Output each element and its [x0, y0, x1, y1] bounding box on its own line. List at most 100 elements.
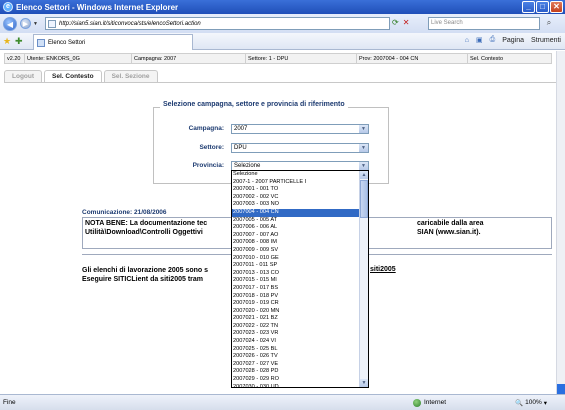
- elenchi-line2: Eseguire SITICLient da siti2005 tram: [82, 276, 203, 283]
- provincia-option[interactable]: 2007027 - 027 VE: [232, 361, 361, 369]
- version-cell: v2.20: [5, 54, 25, 63]
- provincia-option[interactable]: 2007029 - 029 RO: [232, 376, 361, 384]
- provincia-option[interactable]: 2007002 - 002 VC: [232, 194, 361, 202]
- print-icon[interactable]: ⎙: [490, 36, 496, 44]
- history-dropdown-icon[interactable]: ▼: [33, 21, 38, 27]
- comunicazione-line1: NOTA BENE: La documentazione tec: [85, 220, 208, 227]
- search-input[interactable]: Live Search: [428, 17, 540, 30]
- zoom-level: 100%: [525, 399, 542, 406]
- home-icon[interactable]: ⌂: [465, 37, 469, 44]
- comunicazione-right2: SIAN (www.sian.it).: [417, 229, 481, 236]
- provincia-option[interactable]: 2007030 - 030 UD: [232, 384, 361, 387]
- page-content: v2.20 Utente: ENKORS_0G Campagna: 2007 S…: [0, 51, 565, 394]
- page-scrollbar[interactable]: [556, 51, 565, 394]
- chevron-down-icon: ▼: [359, 162, 368, 170]
- chevron-down-icon: ▾: [543, 399, 547, 407]
- elenchi-line1: Gli elenchi di lavorazione 2005 sono s: [82, 267, 209, 274]
- window-title: Elenco Settori - Windows Internet Explor…: [16, 2, 179, 12]
- settore-label: Settore:: [199, 144, 224, 151]
- favorites-star-icon[interactable]: ★: [3, 36, 11, 47]
- provincia-option[interactable]: 2007021 - 021 BZ: [232, 315, 361, 323]
- provincia-option[interactable]: 2007024 - 024 VI: [232, 338, 361, 346]
- comunicazione-header: Comunicazione: 21/08/2006: [82, 209, 167, 216]
- provincia-option[interactable]: 2007026 - 026 TV: [232, 353, 361, 361]
- provincia-option[interactable]: 2007007 - 007 AO: [232, 232, 361, 240]
- provincia-option[interactable]: 2007018 - 018 PV: [232, 293, 361, 301]
- zoom-control[interactable]: 🔍 100% ▾: [515, 399, 547, 407]
- scroll-down-icon[interactable]: ▼: [360, 379, 368, 387]
- tab-page-icon: [37, 38, 45, 47]
- address-url: http://sian5.sian.it/siticonvoca/sts/ele…: [59, 20, 201, 27]
- provincia-option[interactable]: 2007010 - 010 GE: [232, 255, 361, 263]
- stop-icon[interactable]: ✕: [403, 18, 410, 27]
- provincia-option[interactable]: 2007005 - 005 AT: [232, 217, 361, 225]
- close-button[interactable]: ✕: [550, 1, 563, 13]
- status-text: Fine: [3, 399, 16, 406]
- province-cell: Prov: 2007004 - 004 CN: [357, 54, 468, 63]
- browser-tab[interactable]: Elenco Settori: [33, 34, 193, 50]
- browser-tab-label: Elenco Settori: [48, 39, 86, 46]
- provincia-option[interactable]: 2007028 - 028 PD: [232, 368, 361, 376]
- provincia-option[interactable]: 2007017 - 017 BS: [232, 285, 361, 293]
- provincia-option[interactable]: 2007006 - 006 AL: [232, 224, 361, 232]
- campagna-label: Campagna:: [188, 125, 224, 132]
- back-button[interactable]: ◀: [3, 16, 17, 31]
- provincia-option[interactable]: 2007004 - 004 CN: [232, 208, 361, 217]
- status-bar: Fine Internet 🔍 100% ▾: [0, 394, 565, 410]
- forward-button[interactable]: ▶: [20, 18, 31, 29]
- address-toolbar: ◀ ▶ ▼ http://sian5.sian.it/siticonvoca/s…: [0, 14, 565, 33]
- elenchi-text: Gli elenchi di lavorazione 2005 sono s E…: [82, 266, 208, 284]
- zoom-icon: 🔍: [515, 399, 524, 407]
- provincia-option[interactable]: 2007023 - 023 VR: [232, 330, 361, 338]
- provincia-option[interactable]: 2007022 - 022 TN: [232, 323, 361, 331]
- provincia-option[interactable]: 2007013 - 013 CO: [232, 270, 361, 278]
- settore-select[interactable]: DPU ▼: [231, 143, 369, 153]
- provincia-option[interactable]: 2007001 - 001 TO: [232, 186, 361, 194]
- provincia-option[interactable]: 2007020 - 020 MN: [232, 308, 361, 316]
- page-icon: [48, 19, 56, 28]
- minimize-button[interactable]: _: [522, 1, 535, 13]
- comunicazione-line2: Utilità\Download\Controlli Oggettivi: [85, 229, 203, 236]
- address-field[interactable]: http://sian5.sian.it/siticonvoca/sts/ele…: [45, 17, 390, 30]
- siti2005-link[interactable]: siti2005: [370, 266, 396, 273]
- ie-logo-icon: e: [3, 2, 13, 12]
- user-cell: Utente: ENKORS_0G: [25, 54, 132, 63]
- provincia-option[interactable]: 2007025 - 025 BL: [232, 346, 361, 354]
- add-favorites-icon[interactable]: ✚: [15, 36, 23, 47]
- security-zone: Internet: [413, 398, 447, 407]
- maximize-button[interactable]: □: [536, 1, 549, 13]
- provincia-option[interactable]: 2007011 - 011 SP: [232, 262, 361, 270]
- provincia-option[interactable]: 2007-1 - 2007 PARTICELLE I: [232, 179, 361, 187]
- zone-label: Internet: [424, 399, 447, 406]
- provincia-value: Selezione: [234, 163, 261, 169]
- provincia-label: Provincia:: [192, 162, 224, 169]
- campagna-select[interactable]: 2007 ▼: [231, 124, 369, 134]
- page-scroll-thumb[interactable]: [557, 384, 565, 394]
- page-menu[interactable]: Pagina: [502, 37, 524, 44]
- globe-icon: [413, 398, 421, 407]
- provincia-option[interactable]: 2007003 - 003 NO: [232, 201, 361, 209]
- scroll-thumb[interactable]: [360, 180, 368, 218]
- settore-value: DPU: [234, 145, 247, 151]
- fieldset-legend: Selezione campagna, settore e provincia …: [160, 101, 348, 108]
- comunicazione-right1: caricabile dalla area: [417, 220, 484, 227]
- window-titlebar: e Elenco Settori - Windows Internet Expl…: [0, 0, 565, 14]
- provincia-dropdown-list[interactable]: Selezione 2007-1 - 2007 PARTICELLE I 20070…: [231, 170, 369, 388]
- refresh-icon[interactable]: ⟳: [392, 18, 399, 27]
- search-icon[interactable]: ⌕: [543, 17, 555, 29]
- provincia-option[interactable]: 2007015 - 015 MI: [232, 277, 361, 285]
- feeds-icon[interactable]: ▣: [476, 36, 483, 44]
- provincia-option[interactable]: 2007009 - 009 SV: [232, 247, 361, 255]
- command-bar: ★ ✚ Elenco Settori ⌂ ▣ ⎙ Pagina Strument…: [0, 33, 565, 50]
- context-cell: Sel. Contesto: [470, 56, 504, 62]
- sector-cell: Settore: 1 - DPU: [246, 54, 357, 63]
- provincia-option[interactable]: 2007019 - 019 CR: [232, 300, 361, 308]
- provincia-option[interactable]: 2007008 - 008 IM: [232, 239, 361, 247]
- context-info-bar: v2.20 Utente: ENKORS_0G Campagna: 2007 S…: [4, 53, 552, 64]
- provincia-option[interactable]: Selezione: [232, 171, 361, 179]
- campaign-cell: Campagna: 2007: [132, 54, 246, 63]
- dropdown-scrollbar[interactable]: ▲ ▼: [359, 171, 368, 387]
- scroll-up-icon[interactable]: ▲: [360, 171, 368, 179]
- tools-menu[interactable]: Strumenti: [531, 37, 561, 44]
- chevron-down-icon: ▼: [359, 144, 368, 152]
